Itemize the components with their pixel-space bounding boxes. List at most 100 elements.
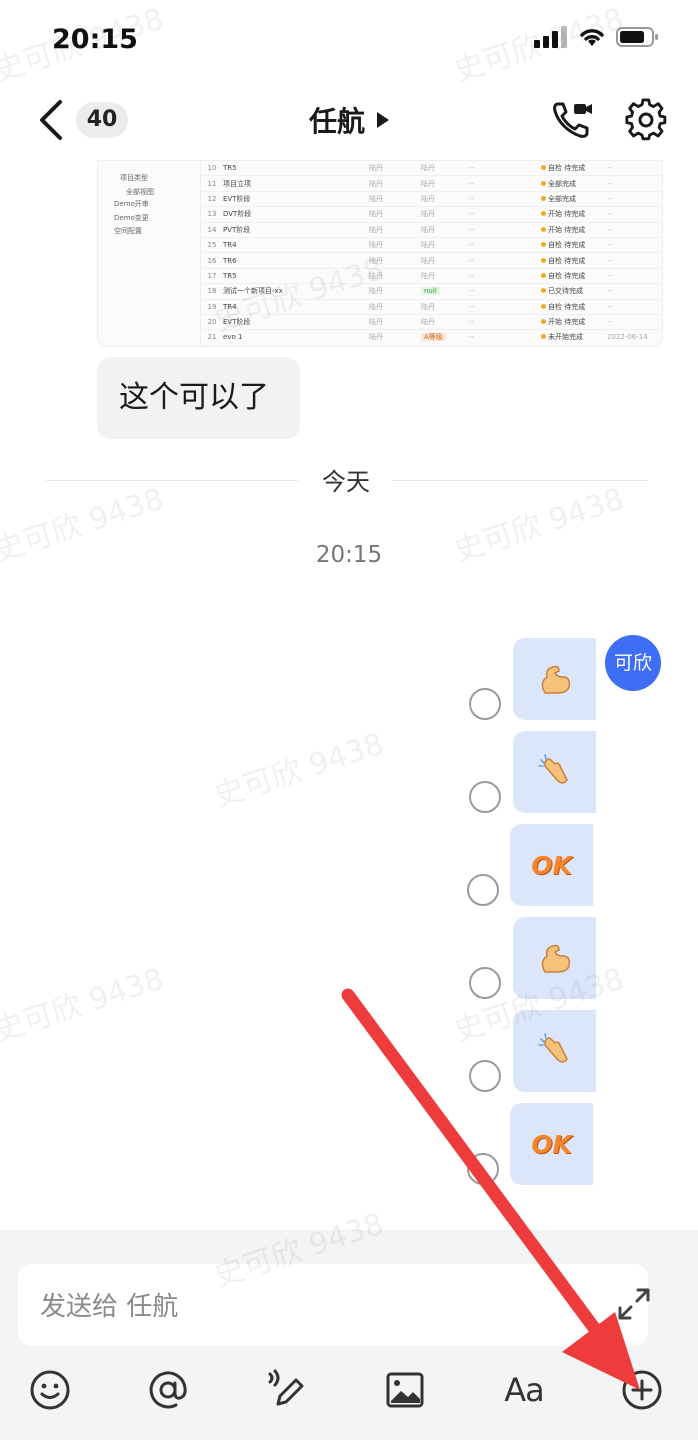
shared-table-cell: 陆丹 (369, 164, 383, 173)
chat-header: 40 任航 (0, 84, 698, 160)
sidebar-text: 全部视图 (126, 188, 154, 196)
incoming-text-bubble[interactable]: 这个可以了 (97, 357, 300, 439)
shared-table-cell: 13 (207, 210, 217, 219)
message-list[interactable]: 项目类型 全部视图 Demo开审 Demo变更 空间配置 10 TR5 陆丹 陆丹 --… (0, 160, 698, 1230)
avatar[interactable]: 可欣 (605, 635, 661, 691)
shared-table-cell: -- (469, 256, 475, 265)
shared-table-cell: -- (607, 302, 613, 311)
clap-emoji-icon (537, 754, 568, 784)
shared-table-cell: 陆丹 (421, 302, 435, 311)
shared-table-cell: -- (607, 256, 613, 265)
shared-table-cell: 全部完成 (541, 179, 607, 189)
shared-image-table: 10 TR5 陆丹 陆丹 -- 自检 待完成 -- 11 项目立项 陆丹 陆丹 -- 全部完成 -- 12 E… (201, 161, 662, 346)
select-message-radio[interactable] (467, 874, 499, 906)
divider-line (393, 480, 647, 481)
shared-table-cell: 陆丹 (369, 256, 383, 265)
shared-table-cell: 11 (207, 179, 217, 188)
shared-table-cell: 开始 待完成 (541, 209, 607, 219)
shared-table-cell: 18 (207, 287, 217, 296)
shared-table-cell: 10 (207, 164, 217, 173)
shared-table-row: 18 测试一个新项目-xx 陆丹 null -- 已交待完成 -- (201, 284, 662, 300)
shared-table-cell: 陆丹 (421, 271, 435, 280)
shared-table-cell: 陆丹 (421, 210, 435, 219)
shared-table-cell: -- (607, 164, 613, 173)
shared-table-cell: -- (607, 287, 613, 296)
shared-table-cell: 陆丹 (369, 210, 383, 219)
caret-right-icon (377, 112, 389, 128)
shared-table-cell: 14 (207, 225, 217, 234)
shared-table-cell: TR4 (223, 241, 237, 250)
select-message-radio[interactable] (469, 967, 501, 999)
shared-table-cell: 自检 待完成 (541, 302, 607, 312)
shared-table-cell: 陆丹 (369, 318, 383, 327)
shared-table-cell: null (421, 287, 469, 296)
sticker-message-ok[interactable]: OK (510, 1103, 593, 1185)
sticker-message-ok[interactable]: OK (510, 824, 593, 906)
shared-image-message[interactable]: 项目类型 全部视图 Demo开审 Demo变更 空间配置 10 TR5 陆丹 陆丹 --… (97, 160, 663, 347)
expand-icon[interactable] (616, 1286, 652, 1322)
wifi-icon (580, 29, 604, 46)
shared-table-cell: 陆丹 (421, 225, 435, 234)
emoji-button[interactable] (26, 1366, 74, 1414)
shared-table-row: 15 TR4 陆丹 陆丹 -- 自检 待完成 -- (201, 238, 662, 254)
select-message-radio[interactable] (467, 1153, 499, 1185)
sticker-message-muscle[interactable] (513, 917, 596, 999)
sticker-message-clap[interactable] (513, 1010, 596, 1092)
shared-table-row: 20 EVT阶段 陆丹 陆丹 -- 开始 待完成 -- (201, 315, 662, 331)
shared-table-cell: 自检 待完成 (541, 163, 607, 173)
shared-table-cell: 16 (207, 256, 217, 265)
shared-table-cell: TR6 (223, 256, 237, 265)
text-format-button[interactable]: Aa (500, 1366, 548, 1414)
chat-title-text[interactable]: 任航 (309, 105, 365, 138)
settings-gear-icon[interactable] (624, 98, 668, 142)
shared-table-cell: 陆丹 (421, 179, 435, 188)
composer: 发送给 任航 Aa (0, 1230, 698, 1440)
shared-table-cell: 15 (207, 241, 217, 250)
shared-table-cell: -- (607, 179, 613, 188)
shared-image-sidebar: 项目类型 全部视图 Demo开审 Demo变更 空间配置 (98, 161, 201, 346)
shared-table-row: 10 TR5 陆丹 陆丹 -- 自检 待完成 -- (201, 161, 662, 177)
shared-table-cell: DVT阶段 (223, 210, 252, 219)
shared-table-cell: 陆丹 (421, 194, 435, 203)
image-button[interactable] (381, 1366, 429, 1414)
image-icon (386, 1372, 424, 1408)
shared-table-cell: 测试一个新项目-xx (223, 287, 283, 296)
select-message-radio[interactable] (469, 688, 501, 720)
select-message-radio[interactable] (469, 781, 501, 813)
select-message-radio[interactable] (469, 1060, 501, 1092)
sticker-message-clap[interactable] (513, 731, 596, 813)
shared-table-cell: 陆丹 (369, 194, 383, 203)
shared-table-cell: -- (469, 164, 475, 173)
shared-table-cell: -- (469, 225, 475, 234)
input-toolbar: Aa (0, 1360, 698, 1420)
shared-table-row: 12 EVT阶段 陆丹 陆丹 -- 全部完成 -- (201, 192, 662, 208)
shared-table-cell: EVT阶段 (223, 194, 251, 203)
mention-button[interactable] (144, 1366, 192, 1414)
shared-table-cell: 陆丹 (369, 333, 383, 342)
status-bar: 20:15 (0, 0, 698, 84)
message-timestamp: 20:15 (315, 542, 383, 568)
more-button[interactable] (618, 1366, 666, 1414)
shared-table-row: 13 DVT阶段 陆丹 陆丹 -- 开始 待完成 -- (201, 207, 662, 223)
shared-table-row: 19 TR4 陆丹 陆丹 -- 自检 待完成 -- (201, 300, 662, 315)
voice-to-text-button[interactable] (262, 1366, 310, 1414)
shared-table-cell: 19 (207, 302, 217, 311)
shared-table-cell: 陆丹 (421, 241, 435, 250)
plus-circle-icon (622, 1370, 662, 1410)
shared-table-cell: 开始 待完成 (541, 225, 607, 235)
sticker-message-muscle[interactable] (513, 638, 596, 720)
video-call-icon[interactable] (550, 98, 594, 142)
shared-table-cell: -- (469, 271, 475, 280)
shared-table-row: 11 项目立项 陆丹 陆丹 -- 全部完成 -- (201, 176, 662, 192)
emoji-icon (30, 1370, 70, 1410)
clap-emoji-icon (537, 1033, 568, 1063)
shared-table-cell: -- (469, 302, 475, 311)
shared-table-cell: A等级 (421, 332, 469, 342)
shared-table-cell: 陆丹 (369, 241, 383, 250)
status-time: 20:15 (52, 24, 138, 55)
shared-table-cell: 自检 待完成 (541, 256, 607, 266)
shared-table-cell: 21 (207, 333, 217, 342)
shared-table-cell: 已交待完成 (541, 286, 607, 296)
shared-table-cell: 自检 待完成 (541, 240, 607, 250)
message-input[interactable]: 发送给 任航 (18, 1264, 650, 1346)
